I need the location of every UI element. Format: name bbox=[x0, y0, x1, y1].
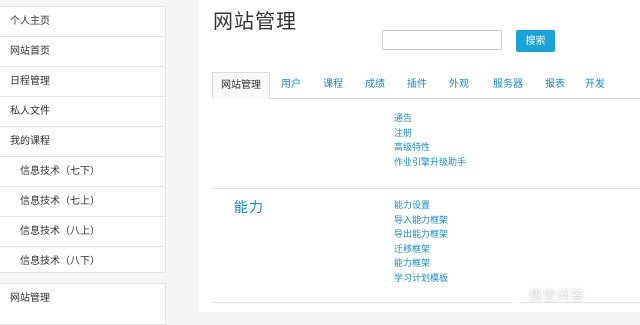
link-competency-frameworks[interactable]: 能力框架 bbox=[394, 257, 448, 272]
sidebar-item-calendar[interactable]: 日程管理 bbox=[0, 67, 165, 97]
link-competency-settings[interactable]: 能力设置 bbox=[394, 199, 448, 214]
watermark-text: 悟空问答 bbox=[529, 288, 586, 304]
main-content: 网站管理 搜索 网站管理 用户 课程 成绩 插件 外观 服务器 报表 开发 通告… bbox=[199, 0, 640, 312]
tab-grades[interactable]: 成绩 bbox=[358, 72, 392, 98]
sidebar-item-course[interactable]: 信息技术（七上） bbox=[0, 187, 165, 217]
sidebar-item-course[interactable]: 信息技术（八下） bbox=[0, 247, 165, 276]
sidebar-item-course[interactable]: 信息技术（七下） bbox=[0, 157, 165, 187]
sidebar-item-my-courses[interactable]: 我的课程 bbox=[0, 127, 165, 157]
link-advanced-features[interactable]: 高级特性 bbox=[394, 141, 466, 156]
section-divider bbox=[212, 188, 640, 189]
tab-site-admin[interactable]: 网站管理 bbox=[212, 72, 270, 99]
link-registration[interactable]: 注册 bbox=[394, 127, 466, 142]
wukong-logo-icon bbox=[508, 285, 526, 303]
search-input[interactable] bbox=[382, 30, 502, 50]
sidebar-item-profile[interactable]: 个人主页 bbox=[0, 7, 165, 37]
sidebar-item-course[interactable]: 信息技术（八上） bbox=[0, 217, 165, 247]
sidebar-group-admin: 网站管理 bbox=[0, 283, 166, 325]
sidebar-group-nav: 个人主页 网站首页 日程管理 私人文件 我的课程 信息技术（七下） 信息技术（七… bbox=[0, 6, 166, 273]
link-learning-plan-templates[interactable]: 学习计划模板 bbox=[394, 272, 448, 287]
tab-appearance[interactable]: 外观 bbox=[442, 72, 476, 98]
tab-plugins[interactable]: 插件 bbox=[400, 72, 434, 98]
section-competency-links: 能力设置 导入能力框架 导出能力框架 迁移框架 能力框架 学习计划模板 bbox=[394, 199, 448, 286]
link-migrate-framework[interactable]: 迁移框架 bbox=[394, 243, 448, 258]
sidebar-item-site-admin[interactable]: 网站管理 bbox=[0, 284, 165, 313]
page-title: 网站管理 bbox=[213, 9, 297, 33]
tab-users[interactable]: 用户 bbox=[274, 72, 308, 98]
search-button[interactable]: 搜索 bbox=[516, 30, 555, 52]
link-assignment-upgrade[interactable]: 作业引擎升级助手 bbox=[394, 156, 466, 171]
admin-tabs: 网站管理 用户 课程 成绩 插件 外观 服务器 报表 开发 bbox=[212, 72, 640, 99]
sidebar-item-private-files[interactable]: 私人文件 bbox=[0, 97, 165, 127]
tab-server[interactable]: 服务器 bbox=[486, 72, 530, 98]
link-export-framework[interactable]: 导出能力框架 bbox=[394, 228, 448, 243]
link-notifications[interactable]: 通告 bbox=[394, 112, 466, 127]
tab-reports[interactable]: 报表 bbox=[538, 72, 572, 98]
tab-courses[interactable]: 课程 bbox=[316, 72, 350, 98]
watermark: 悟空问答 bbox=[508, 283, 585, 305]
sidebar: 个人主页 网站首页 日程管理 私人文件 我的课程 信息技术（七下） 信息技术（七… bbox=[0, 0, 166, 325]
section-general-links: 通告 注册 高级特性 作业引擎升级助手 bbox=[394, 112, 466, 170]
section-heading-competencies: 能力 bbox=[234, 200, 264, 216]
sidebar-item-home[interactable]: 网站首页 bbox=[0, 37, 165, 67]
link-import-framework[interactable]: 导入能力框架 bbox=[394, 214, 448, 229]
tab-development[interactable]: 开发 bbox=[578, 72, 612, 98]
